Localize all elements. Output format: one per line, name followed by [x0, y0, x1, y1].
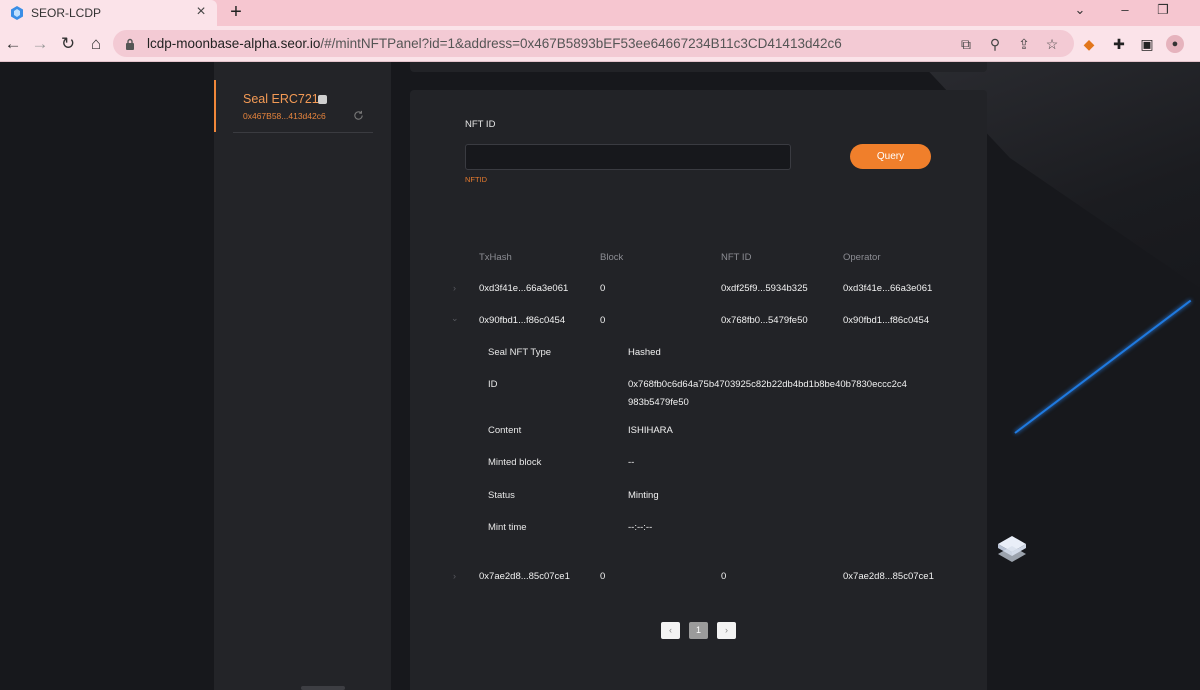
- row-txhash[interactable]: 0x90fbd1...f86c0454: [479, 315, 565, 326]
- browser-tab[interactable]: SEOR-LCDP ×: [0, 0, 217, 26]
- metamask-fox-icon[interactable]: ◆: [1080, 35, 1098, 53]
- side-panel-icon[interactable]: ▣: [1138, 35, 1156, 53]
- nft-id-hint: NFTID: [465, 175, 488, 184]
- node-cube-icon: [998, 536, 1026, 562]
- pagination-next-button[interactable]: ›: [717, 622, 736, 639]
- translate-icon[interactable]: ⧉: [957, 35, 975, 53]
- row-txhash[interactable]: 0xd3f41e...66a3e061: [479, 283, 568, 294]
- collapse-row-icon[interactable]: ⌄: [451, 313, 459, 324]
- sidebar-divider: [233, 132, 373, 133]
- sidebar-item-seal-erc721[interactable]: Seal ERC721: [243, 92, 319, 106]
- forward-arrow-icon[interactable]: →: [29, 33, 51, 55]
- tab-search-icon[interactable]: ⌄: [1070, 2, 1090, 18]
- row-block: 0: [600, 283, 606, 294]
- sidebar: [214, 62, 391, 690]
- detail-label-id: ID: [488, 379, 498, 390]
- row-block: 0: [600, 315, 606, 326]
- row-nft-id[interactable]: 0: [721, 571, 726, 582]
- network-line-decoration: [1014, 299, 1192, 434]
- nft-id-label: NFT ID: [465, 119, 496, 130]
- extensions-puzzle-icon[interactable]: ✚: [1110, 35, 1128, 53]
- column-header-nft-id: NFT ID: [721, 252, 752, 263]
- url-path: /#/mintNFTPanel?id=1&address=0x467B5893b…: [320, 36, 842, 51]
- row-block: 0: [600, 571, 606, 582]
- bookmark-star-icon[interactable]: ☆: [1043, 35, 1061, 53]
- detail-label-status: Status: [488, 490, 515, 501]
- expand-row-icon[interactable]: ›: [453, 571, 456, 581]
- nft-id-input[interactable]: [465, 144, 791, 170]
- detail-value-content: ISHIHARA: [628, 425, 673, 436]
- detail-label-content: Content: [488, 425, 522, 436]
- tab-close-icon[interactable]: ×: [193, 4, 209, 20]
- row-operator[interactable]: 0x90fbd1...f86c0454: [843, 315, 929, 326]
- refresh-icon[interactable]: [353, 110, 364, 121]
- row-nft-id[interactable]: 0xdf25f9...5934b325: [721, 283, 808, 294]
- lock-icon[interactable]: [125, 38, 135, 50]
- expand-row-icon[interactable]: ›: [453, 283, 456, 293]
- column-header-txhash: TxHash: [479, 252, 512, 263]
- detail-label-type: Seal NFT Type: [488, 347, 552, 358]
- row-txhash[interactable]: 0x7ae2d8...85c07ce1: [479, 571, 570, 582]
- reload-icon[interactable]: ↻: [57, 33, 79, 55]
- pagination-page-button[interactable]: 1: [689, 622, 708, 639]
- row-nft-id[interactable]: 0x768fb0...5479fe50: [721, 315, 808, 326]
- site-favicon-icon: [11, 6, 23, 20]
- row-operator[interactable]: 0xd3f41e...66a3e061: [843, 283, 932, 294]
- share-icon[interactable]: ⇪: [1015, 35, 1033, 53]
- detail-value-minted-block: --: [628, 457, 635, 468]
- query-button[interactable]: Query: [850, 144, 931, 169]
- back-arrow-icon[interactable]: ←: [2, 33, 24, 55]
- sidebar-active-indicator: [214, 80, 216, 132]
- new-tab-button[interactable]: +: [226, 1, 246, 23]
- minimize-icon[interactable]: –: [1115, 2, 1135, 17]
- profile-avatar[interactable]: ●: [1166, 35, 1184, 53]
- column-header-block: Block: [600, 252, 624, 263]
- detail-value-mint-time: --:--:--: [628, 522, 653, 533]
- contract-badge-icon: [318, 95, 327, 104]
- detail-label-mint-time: Mint time: [488, 522, 527, 533]
- row-operator[interactable]: 0x7ae2d8...85c07ce1: [843, 571, 934, 582]
- pagination-prev-button[interactable]: ‹: [661, 622, 680, 639]
- detail-value-type: Hashed: [628, 347, 661, 358]
- sidebar-scrollbar[interactable]: [301, 686, 345, 690]
- column-header-operator: Operator: [843, 252, 881, 263]
- detail-value-id-line2: 983b5479fe50: [628, 397, 689, 408]
- home-icon[interactable]: ⌂: [85, 33, 107, 55]
- detail-value-id-line1: 0x768fb0c6d64a75b4703925c82b22db4bd1b8be…: [628, 379, 907, 390]
- previous-card: [410, 62, 987, 72]
- page-content: Seal ERC721 0x467B58...413d42c6 NFT ID N…: [0, 62, 1200, 690]
- detail-label-minted-block: Minted block: [488, 457, 542, 468]
- url-text[interactable]: lcdp-moonbase-alpha.seor.io/#/mintNFTPan…: [147, 36, 842, 51]
- sidebar-contract-address[interactable]: 0x467B58...413d42c6: [243, 111, 326, 121]
- zoom-icon[interactable]: ⚲: [986, 35, 1004, 53]
- tab-title: SEOR-LCDP: [31, 6, 102, 20]
- restore-icon[interactable]: ❐: [1153, 2, 1173, 18]
- detail-value-status: Minting: [628, 490, 659, 501]
- url-host: lcdp-moonbase-alpha.seor.io: [147, 36, 321, 51]
